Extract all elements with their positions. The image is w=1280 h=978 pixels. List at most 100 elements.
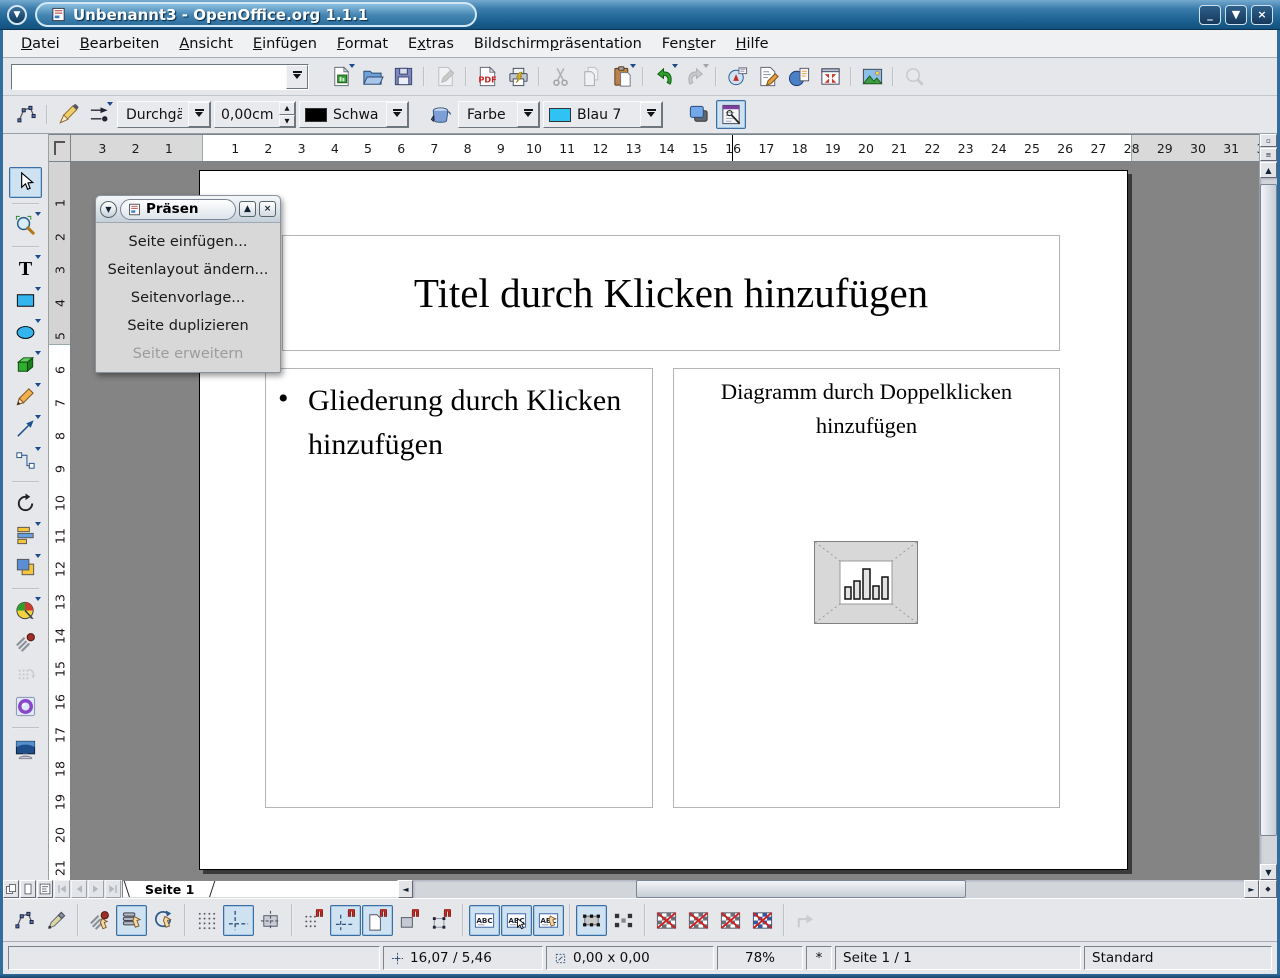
contour-mode-icon[interactable]: [683, 905, 714, 936]
window-menu-button[interactable]: ▼: [7, 5, 27, 25]
slide-show-icon[interactable]: [9, 734, 42, 765]
palette-item-seite-duplizieren[interactable]: Seite duplizieren: [96, 312, 280, 340]
line-width-spinner[interactable]: 0,00cm ▲ ▼: [214, 101, 296, 128]
url-input[interactable]: [12, 65, 286, 89]
menu-format[interactable]: Format: [327, 33, 398, 55]
line-style-dropdown[interactable]: [188, 102, 210, 127]
ellipse-tool-icon[interactable]: [9, 317, 42, 348]
scroll-down-button[interactable]: ▼: [1260, 864, 1277, 880]
slide-view-button[interactable]: [37, 880, 53, 898]
status-page-field[interactable]: Seite 1 / 1: [835, 946, 1081, 970]
horizontal-ruler[interactable]: 3211234567891011121314151617181920212223…: [71, 134, 1259, 162]
outline-view-button[interactable]: [20, 880, 36, 898]
open-document-icon[interactable]: [357, 62, 387, 91]
shadow-icon[interactable]: [683, 100, 713, 129]
chart-placeholder-icon[interactable]: [814, 541, 918, 624]
rectangle-tool-icon[interactable]: [9, 285, 42, 316]
chart-placeholder[interactable]: Diagramm durch Doppelklicken hinzufügen: [673, 368, 1060, 808]
line-style-combo[interactable]: Durchgä: [117, 101, 211, 128]
edit-points-mode-icon[interactable]: [9, 905, 40, 936]
select-text-area-only-icon[interactable]: [501, 905, 532, 936]
rotate-icon[interactable]: [9, 488, 42, 519]
status-zoom-field[interactable]: 78%: [717, 946, 803, 970]
document-canvas[interactable]: Titel durch Klicken hinzufügen • Glieder…: [71, 162, 1259, 880]
rotation-mode-icon[interactable]: [148, 905, 179, 936]
helplines-while-moving-icon[interactable]: [255, 905, 286, 936]
3d-objects-icon[interactable]: [9, 349, 42, 380]
select-icon[interactable]: [9, 167, 42, 198]
double-click-to-edit-text-icon[interactable]: [533, 905, 564, 936]
menu-bearbeiten[interactable]: Bearbeiten: [70, 33, 170, 55]
vertical-ruler[interactable]: 123456789101112131415161718192021: [49, 162, 71, 880]
line-color-dropdown[interactable]: [386, 102, 408, 127]
split-window-button[interactable]: ▫: [1260, 134, 1277, 147]
fill-type-combo[interactable]: Farbe: [458, 101, 540, 128]
insert-object-icon[interactable]: [9, 595, 42, 626]
vertical-scroll-thumb[interactable]: [1260, 184, 1277, 836]
drawing-view-button[interactable]: [3, 880, 19, 898]
vertical-scroll-track[interactable]: [1260, 178, 1277, 864]
menu-ansicht[interactable]: Ansicht: [169, 33, 243, 55]
gallery-icon[interactable]: [857, 62, 887, 91]
navigator-icon[interactable]: [784, 62, 814, 91]
show-grid-icon[interactable]: [191, 905, 222, 936]
snap-to-page-margins-icon[interactable]: [362, 905, 393, 936]
text-tool-icon[interactable]: [9, 253, 42, 284]
export-pdf-icon[interactable]: [472, 62, 502, 91]
palette-menu-button[interactable]: ▼: [100, 201, 117, 218]
palette-rollup-button[interactable]: ▲: [239, 201, 256, 217]
fill-type-dropdown[interactable]: [517, 102, 539, 127]
simple-handles-icon[interactable]: [576, 905, 607, 936]
palette-titlebar[interactable]: ▼ Präsen ▲ ×: [96, 196, 280, 223]
edit-points-icon[interactable]: [11, 100, 41, 129]
url-combobox[interactable]: [11, 64, 309, 90]
slide-page[interactable]: Titel durch Klicken hinzufügen • Glieder…: [199, 170, 1128, 870]
connector-tool-icon[interactable]: [9, 445, 42, 476]
allow-effects-icon[interactable]: [84, 905, 115, 936]
area-style-icon[interactable]: [425, 100, 455, 129]
line-contour-icon[interactable]: [747, 905, 778, 936]
scrollbar-corner-button[interactable]: ◆: [1259, 880, 1277, 898]
ruler-origin-corner[interactable]: [49, 134, 71, 162]
menu-hilfe[interactable]: Hilfe: [726, 33, 779, 55]
status-size-field[interactable]: 0,00 x 0,00: [546, 946, 714, 970]
undo-icon[interactable]: [649, 62, 679, 91]
print-file-icon[interactable]: [503, 62, 533, 91]
palette-item-seite-einfügen[interactable]: Seite einfügen...: [96, 228, 280, 256]
hyperlink-icon[interactable]: [722, 62, 752, 91]
scroll-up-button[interactable]: ▲: [1260, 162, 1277, 178]
menu-fenster[interactable]: Fenster: [652, 33, 726, 55]
new-document-icon[interactable]: [326, 62, 356, 91]
palette-item-seitenlayout-ändern[interactable]: Seitenlayout ändern...: [96, 256, 280, 284]
animation-effects-icon[interactable]: [9, 627, 42, 658]
line-width-down-button[interactable]: ▼: [279, 115, 295, 128]
menu-bildschirmpräsentation[interactable]: Bildschirmpräsentation: [464, 33, 652, 55]
scroll-left-button[interactable]: ◄: [398, 880, 413, 898]
status-position-field[interactable]: 16,07 / 5,46: [383, 946, 543, 970]
presentation-box-icon[interactable]: [716, 100, 746, 129]
fill-color-combo[interactable]: Blau 7: [543, 101, 663, 128]
save-document-icon[interactable]: [388, 62, 418, 91]
text-placeholder-icon[interactable]: [715, 905, 746, 936]
snap-to-object-border-icon[interactable]: [394, 905, 425, 936]
quick-editing-icon[interactable]: [469, 905, 500, 936]
menu-datei[interactable]: Datei: [11, 33, 70, 55]
glue-points-mode-icon[interactable]: [41, 905, 72, 936]
minimize-button[interactable]: _: [1199, 5, 1221, 25]
large-handles-icon[interactable]: [608, 905, 639, 936]
snap-to-object-points-icon[interactable]: [426, 905, 457, 936]
scroll-right-button[interactable]: ►: [1244, 880, 1259, 898]
palette-item-seitenvorlage[interactable]: Seitenvorlage...: [96, 284, 280, 312]
outline-placeholder[interactable]: • Gliederung durch Klicken hinzufügen: [265, 368, 653, 808]
3d-controller-icon[interactable]: [9, 691, 42, 722]
menu-einfügen[interactable]: Einfügen: [243, 33, 327, 55]
line-icon[interactable]: [53, 100, 83, 129]
line-width-up-button[interactable]: ▲: [279, 102, 295, 115]
vertical-scrollbar[interactable]: ▲ ▼: [1259, 162, 1277, 880]
picture-placeholder-icon[interactable]: [651, 905, 682, 936]
ruler-options-button[interactable]: ≡: [1260, 148, 1277, 161]
status-style-field[interactable]: Standard: [1084, 946, 1272, 970]
url-dropdown-button[interactable]: [286, 65, 308, 89]
title-pill[interactable]: Unbenannt3 - OpenOffice.org 1.1.1: [35, 2, 477, 27]
palette-close-button[interactable]: ×: [259, 201, 276, 217]
